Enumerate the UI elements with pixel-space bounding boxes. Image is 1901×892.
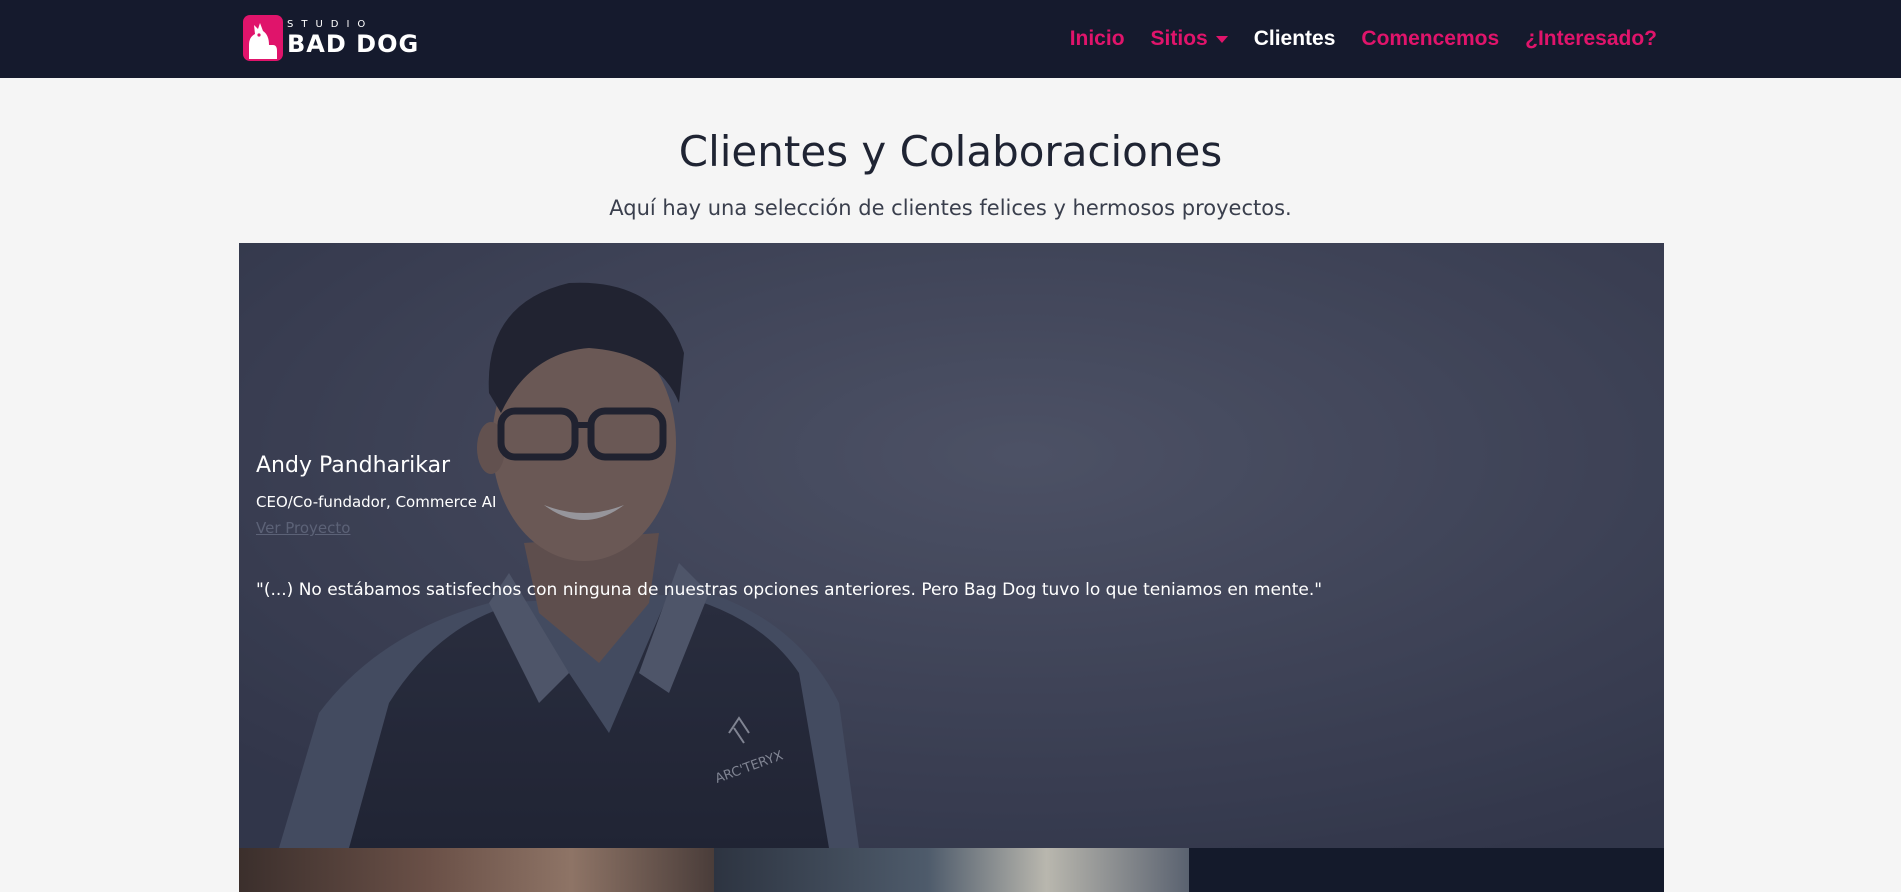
ver-proyecto-link[interactable]: Ver Proyecto: [256, 519, 350, 537]
nav-clientes[interactable]: Clientes: [1254, 27, 1336, 51]
nav-interesado[interactable]: ¿Interesado?: [1525, 27, 1657, 51]
dog-logo-icon: [243, 15, 283, 61]
client-quote: "(...) No estábamos satisfechos con ning…: [256, 580, 1323, 600]
client-card-thumbnail[interactable]: [1189, 848, 1664, 892]
nav-sitios-label: Sitios: [1150, 27, 1208, 50]
client-role: CEO/Co-fundador, Commerce AI: [256, 493, 497, 511]
main-nav: Inicio Sitios Clientes Comencemos ¿Inter…: [1044, 0, 1657, 78]
nav-inicio[interactable]: Inicio: [1070, 27, 1125, 51]
nav-comencemos[interactable]: Comencemos: [1361, 27, 1499, 51]
nav-sitios-dropdown[interactable]: Sitios: [1151, 27, 1228, 51]
page-title: Clientes y Colaboraciones: [678, 127, 1223, 176]
card-overlay: [239, 243, 1664, 848]
caret-down-icon: [1215, 35, 1228, 43]
client-name: Andy Pandharikar: [256, 453, 451, 478]
studio-bad-dog-logo[interactable]: STUDIO BAD DOG: [243, 14, 419, 62]
client-card-thumbnail[interactable]: [239, 848, 714, 892]
client-card-thumbnail[interactable]: [714, 848, 1189, 892]
logo-brand-name: BAD DOG: [287, 30, 420, 58]
featured-client-card: ARC'TERYX Andy Pandharikar CEO/Co-fundad…: [239, 243, 1664, 848]
page-subtitle: Aquí hay una selección de clientes felic…: [609, 196, 1292, 220]
top-navbar: STUDIO BAD DOG Inicio Sitios Clientes Co…: [0, 0, 1901, 78]
